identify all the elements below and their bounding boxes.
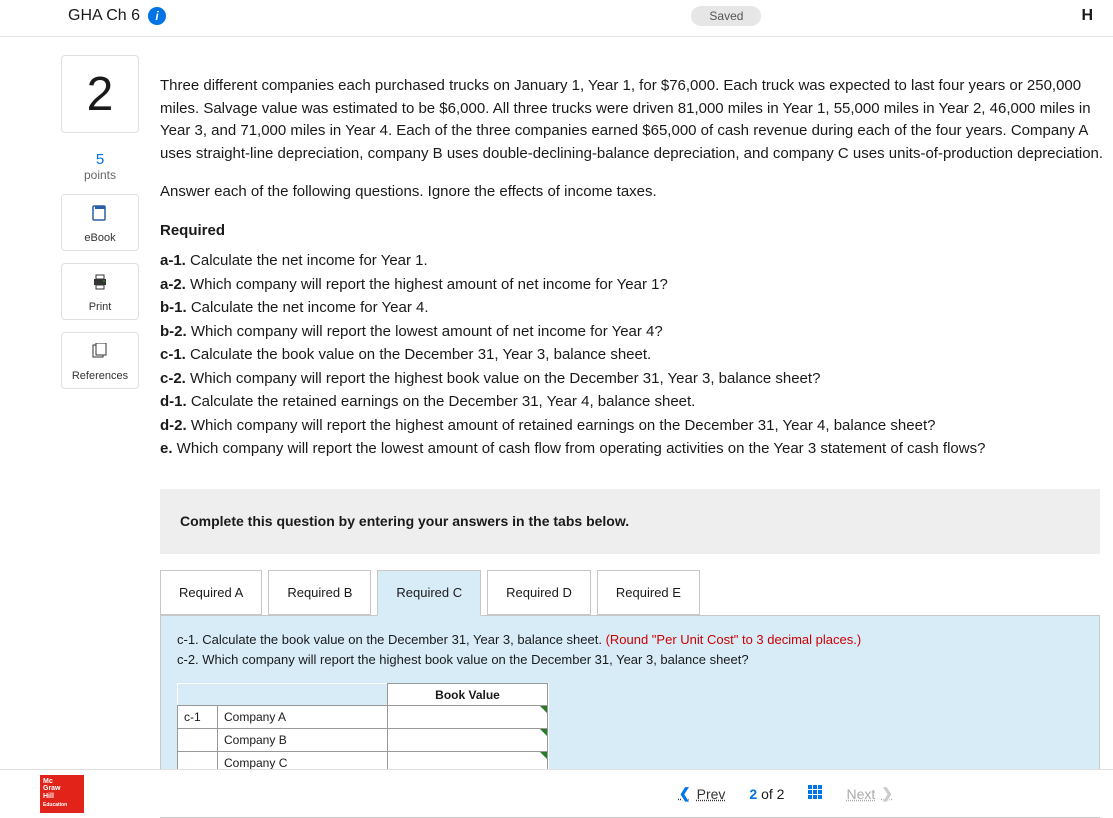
- ebook-button[interactable]: eBook: [61, 194, 139, 251]
- info-icon[interactable]: i: [148, 7, 166, 25]
- footer-nav: ❮ Prev 2 of 2 Next ❯: [679, 785, 893, 802]
- required-item: d-1. Calculate the retained earnings on …: [160, 391, 1113, 414]
- question-content: Three different companies each purchased…: [160, 55, 1113, 818]
- chevron-left-icon: ❮: [679, 785, 691, 802]
- row-index: [178, 729, 218, 752]
- tab-required-c[interactable]: Required C: [377, 570, 481, 617]
- assignment-title: GHA Ch 6: [68, 7, 140, 25]
- tabs-row: Required ARequired BRequired CRequired D…: [160, 570, 1100, 616]
- question-subprompt: Answer each of the following questions. …: [160, 181, 1113, 204]
- required-list: a-1. Calculate the net income for Year 1…: [160, 250, 1113, 461]
- saved-badge: Saved: [691, 6, 761, 26]
- corner-marker-icon: [540, 752, 547, 759]
- corner-marker-icon: [540, 706, 547, 713]
- required-item: c-2. Which company will report the highe…: [160, 368, 1113, 391]
- references-label: References: [72, 370, 128, 382]
- header-h: H: [1081, 7, 1093, 25]
- panel-line1: c-1. Calculate the book value on the Dec…: [177, 632, 606, 647]
- next-button[interactable]: Next ❯: [846, 785, 893, 802]
- tab-required-e[interactable]: Required E: [597, 570, 700, 616]
- required-item: c-1. Calculate the book value on the Dec…: [160, 344, 1113, 367]
- nav-position: 2 of 2: [749, 786, 784, 802]
- input-cell[interactable]: [388, 729, 548, 752]
- grid-icon[interactable]: [808, 785, 822, 802]
- next-label: Next: [846, 786, 875, 802]
- points-value: 5: [40, 151, 160, 168]
- prev-label: Prev: [697, 786, 726, 802]
- points-label: points: [40, 168, 160, 182]
- footer: McGrawHillEducation ❮ Prev 2 of 2 Next ❯: [0, 769, 1113, 817]
- row-label: Company B: [218, 729, 388, 752]
- corner-marker-icon: [540, 729, 547, 736]
- question-prompt: Three different companies each purchased…: [160, 75, 1113, 165]
- references-button[interactable]: References: [61, 332, 139, 389]
- required-item: e. Which company will report the lowest …: [160, 438, 1113, 461]
- question-number: 2: [61, 55, 139, 133]
- required-item: a-2. Which company will report the highe…: [160, 274, 1113, 297]
- print-icon: [62, 274, 138, 295]
- references-icon: [62, 343, 138, 364]
- required-heading: Required: [160, 220, 1113, 243]
- print-label: Print: [89, 301, 112, 313]
- value-input[interactable]: [388, 706, 547, 728]
- ebook-label: eBook: [84, 232, 115, 244]
- prev-button[interactable]: ❮ Prev: [679, 785, 726, 802]
- required-item: b-1. Calculate the net income for Year 4…: [160, 297, 1113, 320]
- left-sidebar: 2 5 points eBook Print References: [40, 55, 160, 818]
- panel-line1-red: (Round "Per Unit Cost" to 3 decimal plac…: [606, 632, 862, 647]
- nav-of: of: [757, 786, 776, 802]
- tab-required-d[interactable]: Required D: [487, 570, 591, 616]
- nav-total: 2: [777, 786, 785, 802]
- panel-note: c-1. Calculate the book value on the Dec…: [177, 630, 1083, 669]
- required-item: d-2. Which company will report the highe…: [160, 415, 1113, 438]
- book-icon: [62, 205, 138, 226]
- tab-required-a[interactable]: Required A: [160, 570, 262, 616]
- required-item: a-1. Calculate the net income for Year 1…: [160, 250, 1113, 273]
- required-item: b-2. Which company will report the lowes…: [160, 321, 1113, 344]
- chevron-right-icon: ❯: [881, 785, 893, 802]
- mcgraw-hill-logo: McGrawHillEducation: [40, 775, 84, 813]
- instruction-box: Complete this question by entering your …: [160, 489, 1100, 554]
- row-label: Company A: [218, 706, 388, 729]
- top-bar: GHA Ch 6 i Saved H: [0, 0, 1113, 37]
- row-index: c-1: [178, 706, 218, 729]
- print-button[interactable]: Print: [61, 263, 139, 320]
- input-cell[interactable]: [388, 706, 548, 729]
- table-row: c-1Company A: [178, 706, 548, 729]
- book-value-header: Book Value: [388, 684, 548, 706]
- value-input[interactable]: [388, 729, 547, 751]
- tab-required-b[interactable]: Required B: [268, 570, 371, 616]
- panel-line2: c-2. Which company will report the highe…: [177, 652, 749, 667]
- table-row: Company B: [178, 729, 548, 752]
